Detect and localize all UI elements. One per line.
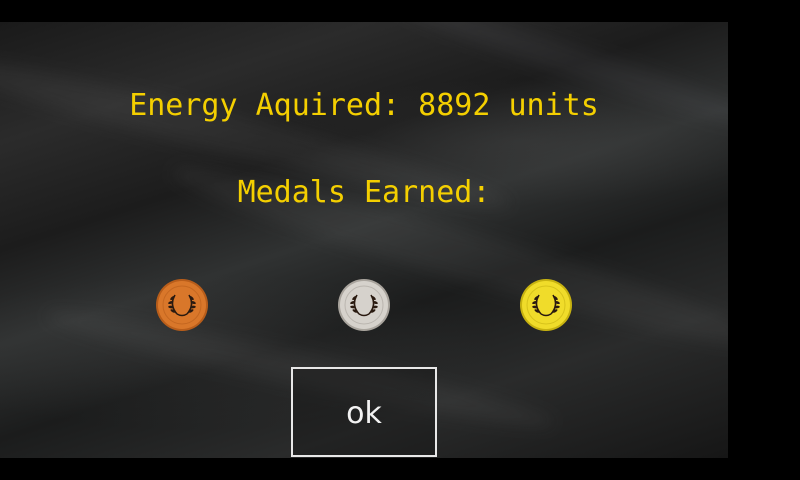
bronze-medal — [155, 278, 209, 332]
medals-earned-heading: Medals Earned: — [237, 175, 491, 210]
energy-acquired-text: Energy Aquired: 8892 units — [129, 88, 599, 123]
laurel-wreath-icon — [338, 279, 390, 331]
ok-button-label: ok — [346, 395, 382, 431]
gold-medal — [519, 278, 573, 332]
silver-medal — [337, 278, 391, 332]
ok-button[interactable]: ok — [291, 367, 437, 457]
laurel-wreath-icon — [520, 279, 572, 331]
results-screen: Energy Aquired: 8892 units Medals Earned… — [0, 22, 728, 458]
laurel-wreath-icon — [156, 279, 208, 331]
nebula-streak — [385, 22, 728, 147]
